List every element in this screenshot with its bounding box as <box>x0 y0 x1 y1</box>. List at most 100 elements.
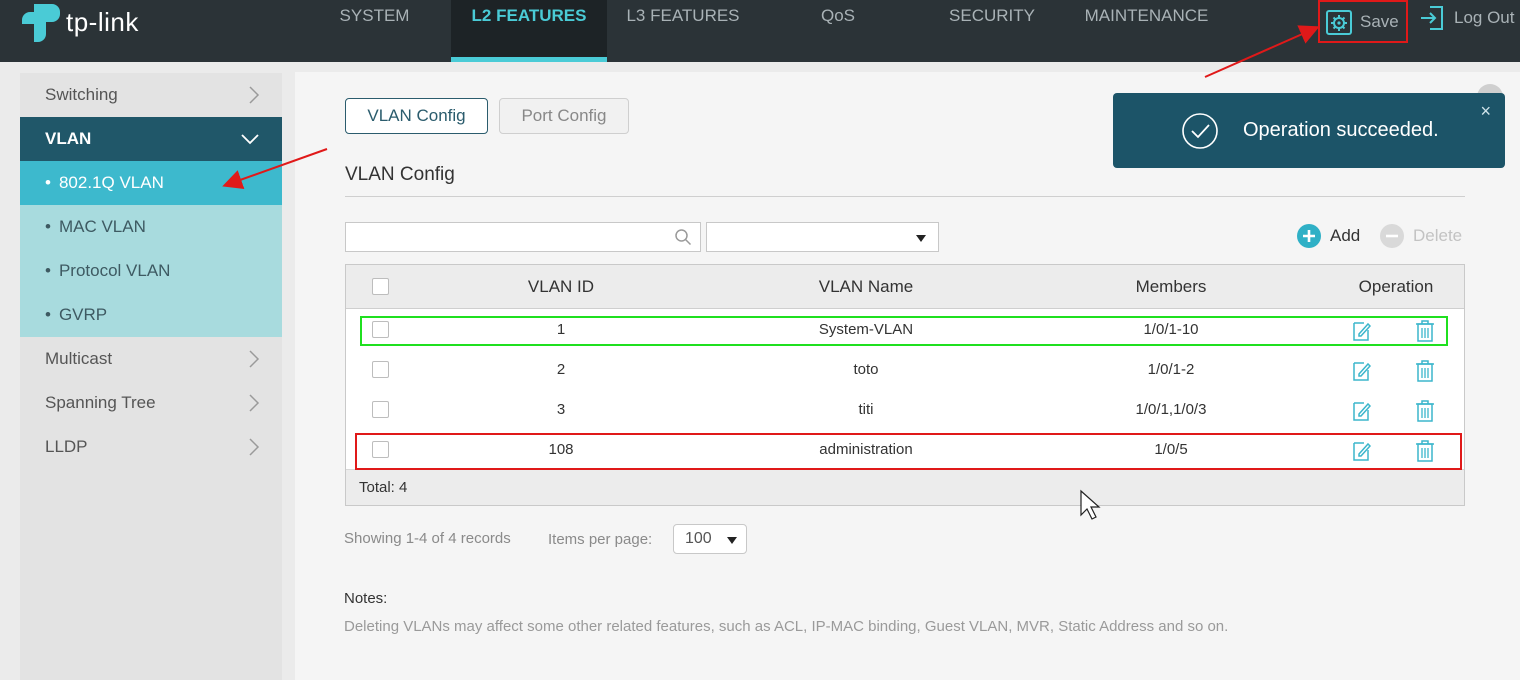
close-icon[interactable]: × <box>1480 101 1491 122</box>
sidebar-subitem-label: 802.1Q VLAN <box>58 173 164 192</box>
sidebar-item-label: LLDP <box>45 437 88 456</box>
sidebar-subitem-label: GVRP <box>58 305 108 324</box>
column-header-operation: Operation <box>1358 277 1434 296</box>
save-gear-icon <box>1326 9 1352 35</box>
cell-vlan-id: 3 <box>556 401 566 418</box>
delete-button[interactable]: Delete <box>1380 223 1462 249</box>
edit-icon[interactable] <box>1351 440 1372 467</box>
sidebar-item-lldp[interactable]: LLDP <box>20 425 282 469</box>
add-button[interactable]: Add <box>1297 223 1360 249</box>
cell-vlan-name: toto <box>853 361 879 378</box>
edit-icon[interactable] <box>1351 400 1372 427</box>
trash-icon[interactable] <box>1414 359 1436 388</box>
chevron-right-icon <box>248 73 260 117</box>
table-row[interactable]: 108 administration 1/0/5 <box>346 430 1464 470</box>
delete-label: Delete <box>1413 226 1463 245</box>
column-header-vlan-name[interactable]: VLAN Name <box>766 265 966 309</box>
sidebar-item-label: VLAN <box>45 129 92 148</box>
row-checkbox[interactable] <box>372 401 389 418</box>
cell-vlan-name: titi <box>858 401 874 418</box>
logout-label: Log Out <box>1454 8 1515 27</box>
select-all-checkbox[interactable] <box>372 278 389 295</box>
items-per-page-label: Items per page: <box>548 531 653 548</box>
sidebar-subitem-gvrp[interactable]: • GVRP <box>20 293 282 337</box>
items-per-page-value: 100 <box>685 530 712 547</box>
trash-icon[interactable] <box>1414 319 1436 348</box>
toast-message: Operation succeeded. <box>1243 119 1439 141</box>
search-icon[interactable] <box>674 228 692 251</box>
add-circle-icon <box>1297 224 1321 248</box>
sidebar-item-vlan[interactable]: VLAN <box>20 117 282 161</box>
bullet: • <box>45 261 51 280</box>
nav-qos[interactable]: QoS <box>800 0 876 62</box>
success-toast: Operation succeeded. × <box>1113 93 1505 168</box>
trash-icon[interactable] <box>1414 439 1436 468</box>
caret-down-icon <box>916 235 926 242</box>
cell-vlan-name: administration <box>819 441 913 458</box>
logout-icon <box>1421 6 1443 30</box>
sidebar: Switching VLAN • 802.1Q VLAN • MAC VLAN • P… <box>20 73 282 680</box>
check-circle-icon <box>1181 112 1219 155</box>
tab-vlan-config[interactable]: VLAN Config <box>345 98 488 134</box>
chevron-right-icon <box>248 337 260 381</box>
chevron-right-icon <box>248 425 260 469</box>
sidebar-subitem-label: MAC VLAN <box>58 217 146 236</box>
caret-down-icon <box>727 537 737 544</box>
sidebar-item-label: Spanning Tree <box>45 393 156 412</box>
logout-button[interactable]: Log Out <box>1418 0 1515 36</box>
cell-members: 1/0/1,1/0/3 <box>1135 401 1207 418</box>
cell-vlan-id: 2 <box>556 361 566 378</box>
sidebar-subitem-mac-vlan[interactable]: • MAC VLAN <box>20 205 282 249</box>
search-input[interactable] <box>345 222 701 252</box>
table-row[interactable]: 2 toto 1/0/1-2 <box>346 350 1464 390</box>
sidebar-subitem-label: Protocol VLAN <box>58 261 171 280</box>
notes-text: Deleting VLANs may affect some other rel… <box>344 618 1229 635</box>
brand-name: tp-link <box>66 6 139 37</box>
column-header-vlan-id[interactable]: VLAN ID <box>486 265 636 309</box>
chevron-down-icon <box>240 117 260 161</box>
nav-maintenance[interactable]: MAINTENANCE <box>1074 0 1219 62</box>
nav-system[interactable]: SYSTEM <box>322 0 427 62</box>
row-checkbox[interactable] <box>372 361 389 378</box>
top-bar: tp-link SYSTEM L2 FEATURES L3 FEATURES Q… <box>0 0 1520 62</box>
bullet: • <box>45 217 51 236</box>
tab-port-config[interactable]: Port Config <box>499 98 629 134</box>
nav-security[interactable]: SECURITY <box>935 0 1049 62</box>
nav-l3-features[interactable]: L3 FEATURES <box>612 0 754 62</box>
sidebar-item-switching[interactable]: Switching <box>20 73 282 117</box>
tp-link-logo[interactable]: tp-link <box>20 0 139 44</box>
minus-circle-icon <box>1380 224 1404 248</box>
cell-members: 1/0/1-10 <box>1143 321 1199 338</box>
notes-title: Notes: <box>344 590 388 607</box>
column-header-members[interactable]: Members <box>1096 265 1246 309</box>
row-checkbox[interactable] <box>372 441 389 458</box>
cell-members: 1/0/5 <box>1154 441 1188 458</box>
cell-vlan-id: 108 <box>548 441 574 458</box>
row-checkbox[interactable] <box>372 321 389 338</box>
table-row[interactable]: 1 System-VLAN 1/0/1-10 <box>346 310 1464 350</box>
vlan-table: VLAN ID VLAN Name Members Operation 1 Sy… <box>345 264 1465 506</box>
cell-vlan-name: System-VLAN <box>818 321 914 338</box>
sidebar-subitem-protocol-vlan[interactable]: • Protocol VLAN <box>20 249 282 293</box>
section-title: VLAN Config <box>345 164 455 185</box>
records-summary: Showing 1-4 of 4 records <box>344 530 511 547</box>
table-header: VLAN ID VLAN Name Members Operation <box>346 265 1464 309</box>
table-row[interactable]: 3 titi 1/0/1,1/0/3 <box>346 390 1464 430</box>
save-button[interactable]: Save <box>1320 0 1408 43</box>
items-per-page-select[interactable]: 100 <box>673 524 747 554</box>
cell-vlan-id: 1 <box>556 321 566 338</box>
section-divider <box>345 196 1465 197</box>
chevron-right-icon <box>248 381 260 425</box>
bullet: • <box>45 173 51 192</box>
edit-icon[interactable] <box>1351 360 1372 387</box>
filter-select[interactable] <box>706 222 939 252</box>
sidebar-item-label: Switching <box>45 85 118 104</box>
add-label: Add <box>1330 226 1361 245</box>
edit-icon[interactable] <box>1351 320 1372 347</box>
nav-l2-features[interactable]: L2 FEATURES <box>451 0 607 62</box>
trash-icon[interactable] <box>1414 399 1436 428</box>
sidebar-item-spanning-tree[interactable]: Spanning Tree <box>20 381 282 425</box>
sidebar-item-multicast[interactable]: Multicast <box>20 337 282 381</box>
sidebar-subitem-802-1q-vlan[interactable]: • 802.1Q VLAN <box>20 161 282 205</box>
table-total: Total: 4 <box>346 469 1464 505</box>
